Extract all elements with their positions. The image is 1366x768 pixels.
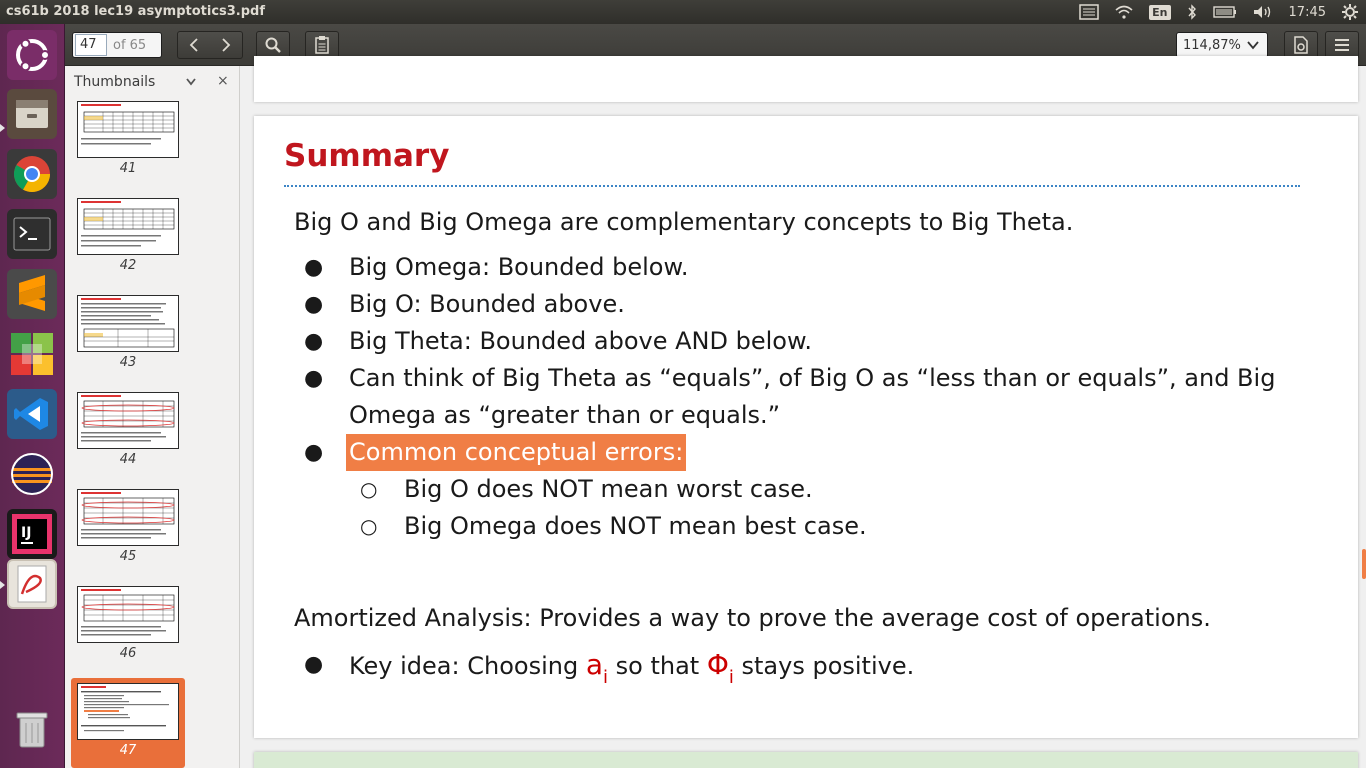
hamburger-menu-icon [1326,32,1358,58]
intellij-icon[interactable]: IJ [7,509,57,559]
chevron-left-icon [189,38,198,52]
annotations-button[interactable] [305,31,339,59]
chevron-right-icon [222,38,231,52]
eclipse-icon[interactable] [7,449,57,499]
files-icon[interactable] [7,89,57,139]
bullet-icon: ● [304,255,324,280]
thumbnail-label: 43 [119,355,137,370]
thumbnail-page[interactable] [77,392,179,449]
bullet-text: Big O: Bounded above. [349,290,625,318]
thumbnail-label: 45 [119,549,137,564]
key-idea-mid: so that [608,652,707,680]
terminal-icon[interactable] [7,209,57,259]
settings-gear-icon[interactable] [1342,4,1358,20]
running-indicator [0,124,5,132]
document-view-icon [1285,32,1317,58]
key-idea-line: Key idea: Choosing ai so that Φi stays p… [349,646,914,696]
page-nav-group [177,31,243,59]
keyboard-language-indicator[interactable]: En [1149,4,1171,20]
clock[interactable]: 17:45 [1289,5,1326,20]
trash-icon[interactable] [7,704,57,754]
view-mode-button[interactable] [1284,31,1318,59]
sub-bullet-text: Big O does NOT mean worst case. [404,475,813,503]
bullet-icon: ● [304,652,324,677]
sidebar-close-button[interactable]: × [217,73,229,89]
bullet-icon: ● [304,329,324,354]
menu-button[interactable] [1325,31,1359,59]
sub-bullet-icon: ○ [360,514,378,538]
svg-text:IJ: IJ [21,525,31,541]
thumbnail-page[interactable] [77,489,179,546]
thumbnail-page[interactable] [77,101,179,158]
document-view[interactable]: Summary Big O and Big Omega are compleme… [240,56,1366,768]
search-button[interactable] [256,31,290,59]
thumbnail-label: 42 [119,258,137,273]
bullet-icon: ● [304,366,324,391]
sublime-text-icon[interactable] [7,269,57,319]
bluetooth-icon[interactable] [1187,4,1197,20]
next-page [254,752,1358,768]
libreoffice-icon[interactable] [7,329,57,379]
top-panel: cs61b 2018 lec19 asymptotics3.pdf En 17:… [0,0,1366,24]
title-underline [284,185,1300,187]
system-tray: En 17:45 [1071,0,1366,24]
list-item: ● Key idea: Choosing ai so that Φi stays… [294,646,1334,696]
symbol-phi: Φ [706,648,729,681]
bullet-icon: ● [304,440,324,465]
thumbnail-label: 46 [119,646,137,661]
wifi-icon[interactable] [1115,5,1133,19]
clipboard-icon [306,32,338,58]
vscode-icon[interactable] [7,389,57,439]
sidebar-title[interactable]: Thumbnails [74,74,155,90]
running-indicator [0,581,5,589]
thumbnails-sidebar: Thumbnails × 41 42 43 44 45 46 47 [65,66,240,768]
bullet-text: Big Omega: Bounded below. [349,253,689,281]
thumbnail-label: 41 [119,161,137,176]
sub-bullet-icon: ○ [360,477,378,501]
bullet-list: ● Big Omega: Bounded below. ● Big O: Bou… [294,249,1334,569]
zoom-select[interactable]: 114,87% [1176,32,1268,58]
page-number-input[interactable]: 47 [75,34,107,56]
bullet-text-line1: Can think of Big Theta as “equals”, of B… [349,364,1276,392]
previous-page [254,56,1358,102]
zoom-value: 114,87% [1183,37,1241,53]
window-title: cs61b 2018 lec19 asymptotics3.pdf [6,4,266,19]
volume-icon[interactable] [1253,5,1273,19]
menu-list-icon[interactable] [1079,4,1099,20]
thumbnail-page-current[interactable] [77,683,179,740]
battery-icon[interactable] [1212,6,1237,18]
thumbnail-page[interactable] [77,586,179,643]
chevron-down-icon [186,78,196,86]
highlighted-errors-label: Common conceptual errors: [346,434,687,471]
bullet-text-line2: Omega as “greater than or equals.” [349,401,781,429]
current-page: Summary Big O and Big Omega are compleme… [254,116,1358,738]
page-total: of 65 [113,37,147,53]
thumbnail-page[interactable] [77,295,179,352]
amortized-text: Amortized Analysis: Provides a way to pr… [294,604,1211,632]
next-page-button[interactable] [210,32,242,58]
key-idea-prefix: Key idea: Choosing [349,652,586,680]
launcher: IJ [0,24,65,768]
key-idea-suffix: stays positive. [733,652,915,680]
ubuntu-logo-icon[interactable] [7,30,57,80]
previous-page-button[interactable] [178,32,210,58]
thumbnail-label: 44 [119,452,137,467]
symbol-a: a [585,648,603,681]
intro-text: Big O and Big Omega are complementary co… [294,208,1074,236]
chevron-down-icon [1247,41,1259,50]
document-viewer-icon[interactable] [7,559,57,609]
sidebar-header: Thumbnails × [65,66,239,98]
chrome-icon[interactable] [7,149,57,199]
bullet-text: Big Theta: Bounded above AND below. [349,327,813,355]
page-selector: 47 of 65 [72,32,162,58]
thumbnail-page[interactable] [77,198,179,255]
search-icon [257,32,289,58]
scrollbar-indicator[interactable] [1362,549,1366,579]
sub-bullet-text: Big Omega does NOT mean best case. [404,512,867,540]
bullet-icon: ● [304,292,324,317]
slide-title: Summary [284,138,450,174]
thumbnail-label-current: 47 [119,743,137,758]
